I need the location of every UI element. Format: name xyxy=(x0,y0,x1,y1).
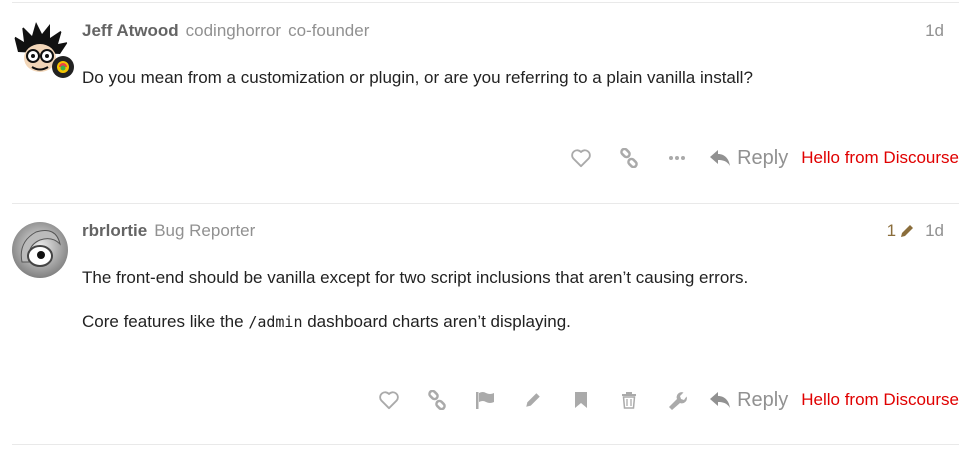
like-icon[interactable] xyxy=(365,385,413,415)
edit-count: 1 xyxy=(886,221,897,240)
paragraph-text: Core features like the xyxy=(82,312,249,331)
more-icon[interactable] xyxy=(653,143,701,173)
flair-badge-icon xyxy=(52,56,74,78)
post-body-paragraph: Core features like the /admin dashboard … xyxy=(82,312,571,332)
plugin-text: Hello from Discourse xyxy=(801,390,959,409)
plugin-text: Hello from Discourse xyxy=(801,148,959,167)
inline-code: /admin xyxy=(248,313,303,331)
reply-icon xyxy=(710,150,731,166)
post-actions: Reply Hello from Discourse xyxy=(365,385,959,415)
username[interactable]: rbrlortie xyxy=(82,221,147,240)
post-body-paragraph: Do you mean from a customization or plug… xyxy=(82,68,753,87)
post-divider xyxy=(12,203,959,204)
edit-history-button[interactable]: 1 xyxy=(887,221,915,241)
post-meta: 1 1d xyxy=(887,221,944,241)
bookmark-icon[interactable] xyxy=(557,385,605,415)
post-names: rbrlortie Bug Reporter xyxy=(82,221,255,241)
post-names: Jeff Atwood codinghorror co-founder xyxy=(82,21,369,41)
link-icon[interactable] xyxy=(605,143,653,173)
post-date[interactable]: 1d xyxy=(925,21,944,41)
reply-icon xyxy=(710,392,731,408)
flag-icon[interactable] xyxy=(461,385,509,415)
trash-icon[interactable] xyxy=(605,385,653,415)
post-date[interactable]: 1d xyxy=(925,221,944,241)
bottom-divider xyxy=(12,444,959,445)
reply-label: Reply xyxy=(737,388,789,411)
post-actions: Reply Hello from Discourse xyxy=(557,143,959,173)
top-divider xyxy=(12,2,959,3)
post-meta: 1d xyxy=(925,21,944,41)
user-title: co-founder xyxy=(288,21,370,40)
full-name[interactable]: codinghorror xyxy=(186,21,281,40)
reply-button[interactable]: Reply xyxy=(709,389,788,412)
avatar[interactable] xyxy=(12,222,68,278)
pencil-icon xyxy=(901,225,914,237)
paragraph-text: dashboard charts aren’t displaying. xyxy=(302,312,571,331)
link-icon[interactable] xyxy=(413,385,461,415)
post-body-paragraph: The front-end should be vanilla except f… xyxy=(82,268,749,287)
reply-label: Reply xyxy=(737,146,789,169)
reply-button[interactable]: Reply xyxy=(709,147,788,170)
like-icon[interactable] xyxy=(557,143,605,173)
edit-icon[interactable] xyxy=(509,385,557,415)
wrench-icon[interactable] xyxy=(653,385,701,415)
user-title: Bug Reporter xyxy=(154,221,256,240)
username[interactable]: Jeff Atwood xyxy=(82,21,179,40)
